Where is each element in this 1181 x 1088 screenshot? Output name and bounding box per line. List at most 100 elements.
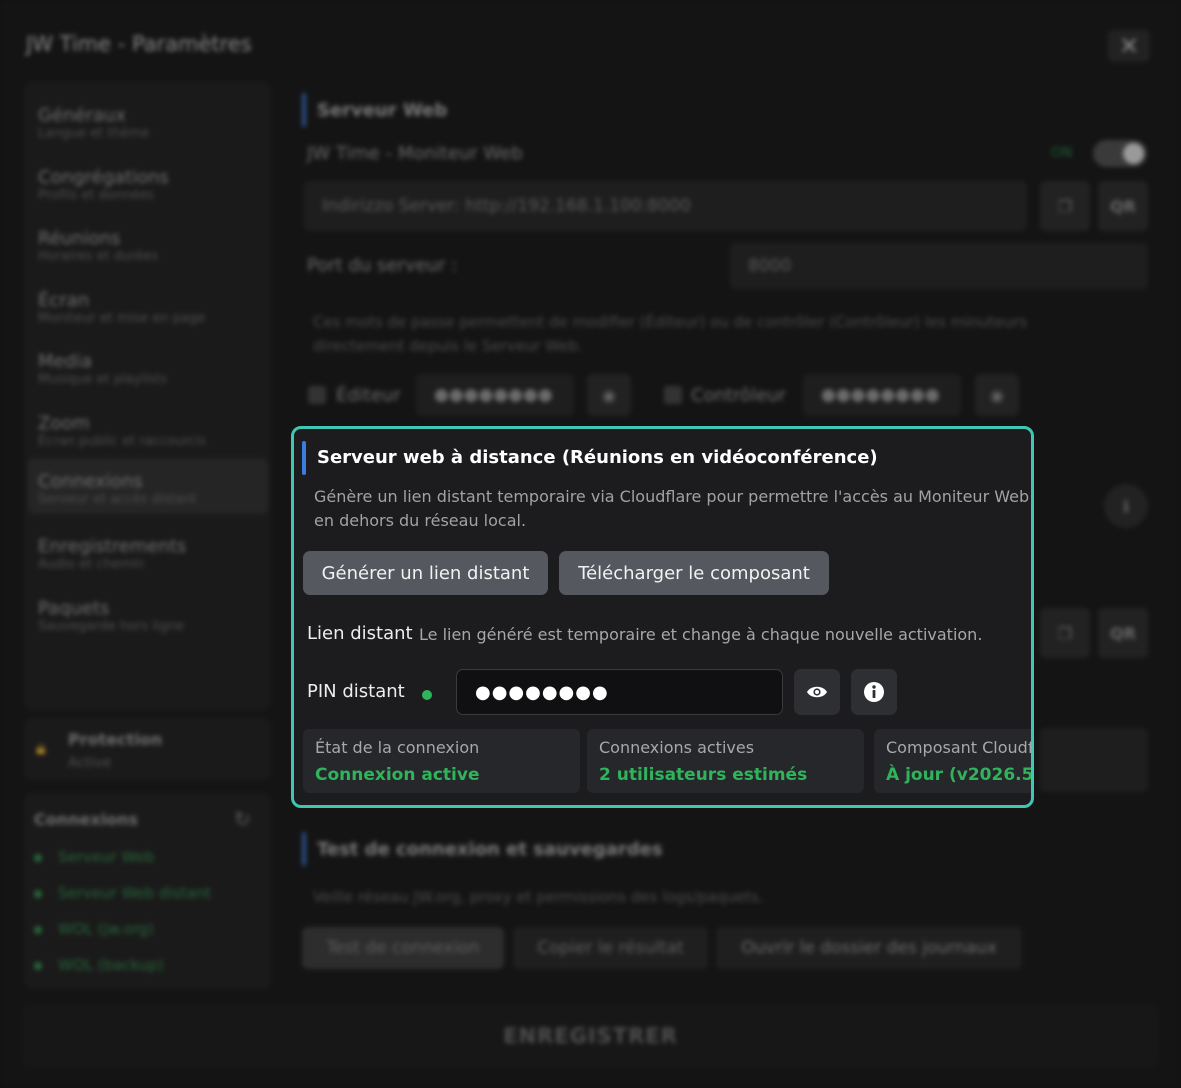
qr-icon: QR	[1110, 623, 1136, 643]
controller-password-input[interactable]: ●●●●●●●●	[803, 374, 961, 416]
status-dot	[34, 925, 42, 934]
generate-remote-link-button[interactable]: Générer un lien distant	[303, 551, 548, 595]
server-address-text: Indirizzo Server: http://192.168.1.100:8…	[322, 196, 691, 216]
remote-description: Génère un lien distant temporaire via Cl…	[314, 487, 1030, 530]
web-server-toggle[interactable]	[1093, 140, 1147, 167]
remote-section-title: Serveur web à distance (Réunions en vidé…	[317, 447, 878, 468]
sidebar-item-zoom[interactable]: Zoom Écran public et raccourcis	[28, 400, 268, 456]
sidebar-item-subtitle: Horaires et durées	[38, 249, 159, 264]
connection-name: WOL (backup)	[58, 956, 164, 974]
refresh-icon[interactable]: ↻	[234, 807, 251, 831]
card-value: 2 utilisateurs estimés	[599, 765, 808, 785]
show-pin-button[interactable]	[794, 669, 840, 715]
server-address-field[interactable]: Indirizzo Server: http://192.168.1.100:8…	[304, 181, 1027, 231]
copy-result-button[interactable]: Copier le résultat	[513, 927, 708, 969]
info-button-background[interactable]: ℹ	[1104, 484, 1148, 528]
show-controller-password-button[interactable]: ◉	[975, 374, 1019, 416]
eye-icon	[807, 686, 827, 698]
open-logs-folder-button[interactable]: Ouvrir le dossier des journaux	[716, 927, 1022, 969]
remote-link-hint: Le lien généré est temporaire et change …	[419, 625, 983, 644]
sidebar-item-reunions[interactable]: Réunions Horaires et durées	[28, 215, 268, 271]
section-accent-bar	[302, 832, 306, 866]
card-key: Composant Cloudflare	[886, 738, 1033, 757]
connections-title: Connexions	[34, 810, 139, 829]
port-value: 8000	[748, 256, 792, 276]
sidebar-item-subtitle: Serveur et accès distant	[38, 492, 197, 507]
port-input[interactable]: 8000	[730, 243, 1148, 289]
protection-title: Protection	[68, 730, 163, 749]
card-value: À jour (v2026.5)	[886, 765, 1034, 785]
remote-pin-input[interactable]: ●●●●●●●●	[456, 669, 783, 715]
connection-name: Serveur Web	[58, 848, 155, 866]
button-label: Copier le résultat	[537, 938, 684, 958]
remote-link-label: Lien distant	[307, 623, 413, 644]
sidebar-item-congregations[interactable]: Congrégations Profils et données	[28, 154, 268, 210]
password-note: Ces mots de passe permettent de modifier…	[313, 313, 1028, 355]
web-server-section-title: Serveur Web	[317, 100, 448, 121]
active-connections-card: Connexions actives 2 utilisateurs estimé…	[587, 729, 864, 793]
download-component-button[interactable]: Télécharger le composant	[559, 551, 829, 595]
controller-password-value: ●●●●●●●●	[821, 385, 940, 405]
sidebar-item-connexions[interactable]: Connexions Serveur et accès distant	[28, 458, 268, 514]
eye-icon: ◉	[602, 385, 616, 405]
copy-icon: ❐	[1057, 623, 1073, 643]
qr-icon: QR	[1110, 196, 1136, 216]
sidebar-item-subtitle: Écran public et raccourcis	[38, 434, 206, 449]
copy-address-button[interactable]: ❐	[1040, 181, 1090, 231]
sidebar-item-subtitle: Audio et chemin	[38, 557, 145, 572]
editor-password-input[interactable]: ●●●●●●●●	[416, 374, 574, 416]
connection-name: WOL (jw.org)	[58, 920, 154, 938]
sidebar-item-title: Écran	[38, 290, 90, 311]
eye-icon: ◉	[990, 385, 1004, 405]
qr-button[interactable]: QR	[1098, 181, 1148, 231]
window-title: JW Time - Paramètres	[26, 32, 252, 56]
controller-checkbox[interactable]	[664, 386, 682, 404]
remote-qr-button[interactable]: QR	[1098, 608, 1148, 658]
connection-status-row: Serveur Web distant	[34, 884, 211, 902]
sidebar-item-title: Généraux	[38, 105, 126, 126]
sidebar-item-generaux[interactable]: Généraux Langue et thème	[28, 92, 268, 148]
pin-status-dot	[422, 690, 432, 700]
sidebar-item-subtitle: Moniteur et mise en page	[38, 311, 206, 326]
sidebar-item-ecran[interactable]: Écran Moniteur et mise en page	[28, 277, 268, 333]
test-connection-button[interactable]: Test de connexion	[302, 927, 504, 969]
controller-label: Contrôleur	[691, 385, 786, 406]
protection-panel[interactable]: 🔒︎ Protection Active	[24, 718, 271, 780]
sidebar-item-media[interactable]: Media Musique et playlists	[28, 338, 268, 394]
sidebar-item-title: Congrégations	[38, 167, 169, 188]
info-icon: ℹ	[1122, 496, 1130, 516]
connection-status-row: WOL (backup)	[34, 956, 164, 974]
sidebar-item-title: Media	[38, 351, 93, 372]
connections-status-panel: Connexions ↻ Serveur Web Serveur Web dis…	[24, 793, 271, 989]
button-label: Ouvrir le dossier des journaux	[741, 938, 997, 958]
remote-pin-value: ●●●●●●●●	[475, 681, 609, 703]
connection-status-row: Serveur Web	[34, 848, 154, 866]
save-label: ENREGISTRER	[503, 1024, 678, 1048]
sidebar-item-title: Réunions	[38, 228, 121, 249]
card-key: Connexions actives	[599, 738, 755, 757]
card-value: Connexion active	[315, 765, 480, 785]
sidebar-item-subtitle: Langue et thème	[38, 126, 150, 141]
copy-icon: ❐	[1057, 196, 1073, 216]
connection-name: Serveur Web distant	[58, 884, 211, 902]
save-button[interactable]: ENREGISTRER	[22, 1005, 1159, 1067]
remote-web-server-panel: Serveur web à distance (Réunions en vidé…	[291, 426, 1034, 808]
connection-status-row: WOL (jw.org)	[34, 920, 154, 938]
show-editor-password-button[interactable]: ◉	[587, 374, 631, 416]
lock-icon: 🔒︎	[36, 738, 46, 759]
editor-checkbox[interactable]	[308, 386, 326, 404]
editor-label: Éditeur	[336, 385, 401, 406]
sidebar-item-enregistrements[interactable]: Enregistrements Audio et chemin	[28, 523, 268, 579]
connection-state-card: État de la connexion Connexion active	[303, 729, 580, 793]
pin-info-button[interactable]	[851, 669, 897, 715]
info-icon	[864, 682, 884, 702]
close-button[interactable]: ✕	[1108, 30, 1150, 62]
sidebar-item-paquets[interactable]: Paquets Sauvegarde hors ligne	[28, 585, 268, 641]
sidebar: Généraux Langue et thème Congrégations Pro…	[24, 82, 271, 710]
sidebar-item-title: Paquets	[38, 598, 110, 619]
toggle-state-label: ON	[1051, 145, 1073, 161]
copy-remote-link-button[interactable]: ❐	[1040, 608, 1090, 658]
port-label: Port du serveur :	[307, 255, 458, 276]
editor-password-value: ●●●●●●●●	[434, 385, 553, 405]
sidebar-item-title: Connexions	[38, 471, 143, 492]
